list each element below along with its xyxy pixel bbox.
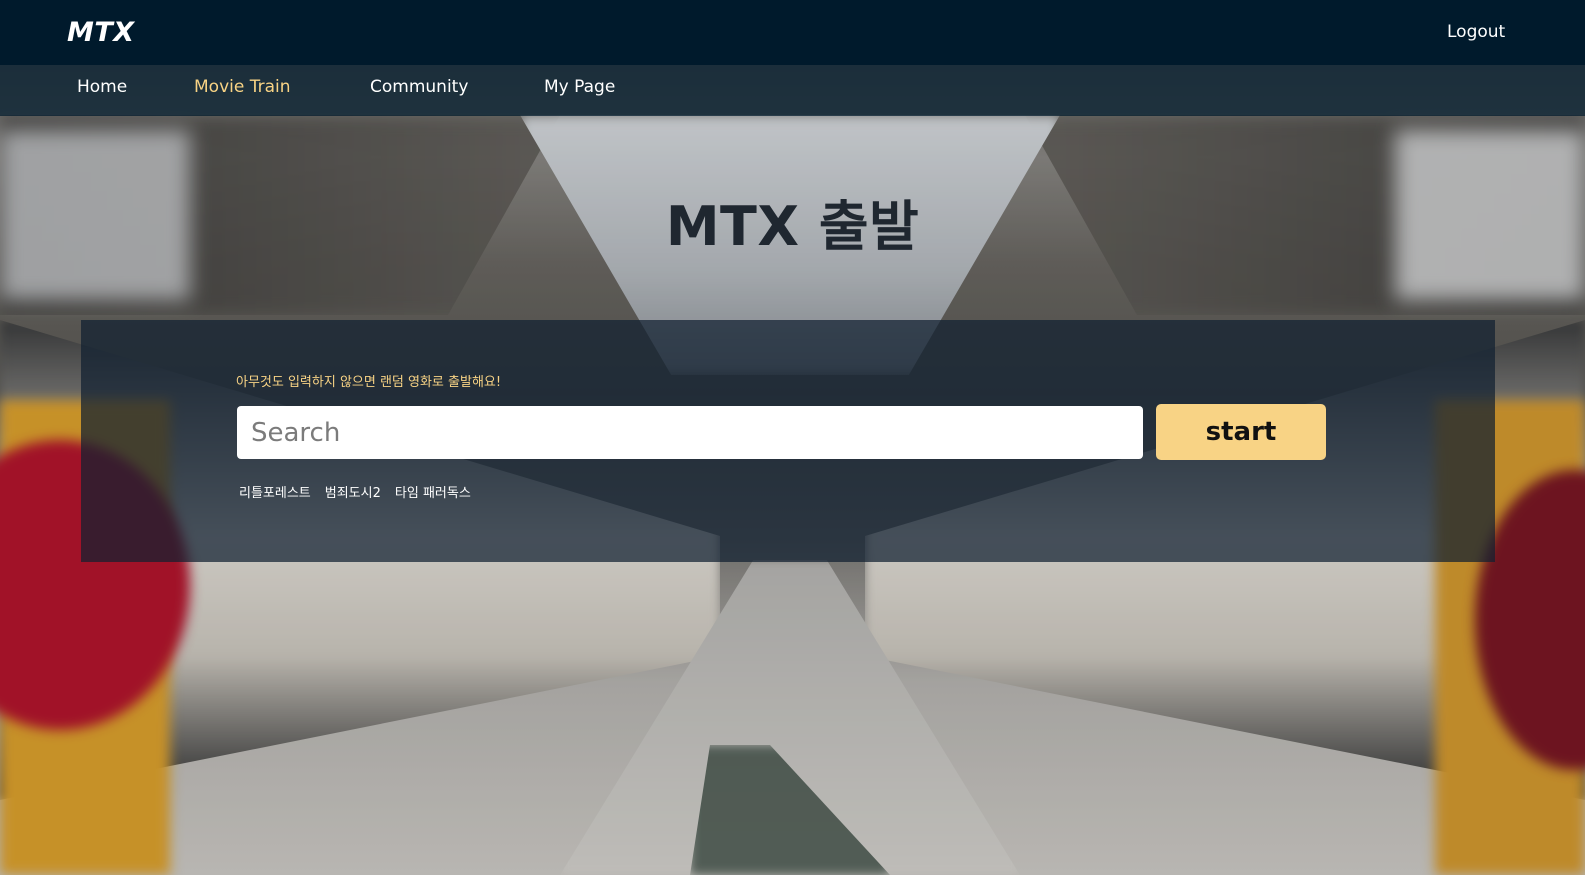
logout-link[interactable]: Logout [1447,22,1505,42]
nav-item-community[interactable]: Community [370,77,468,97]
suggestion-tag[interactable]: 리틀포레스트 [239,482,311,501]
page-title: MTX 출발 [665,195,920,258]
search-input[interactable] [237,406,1143,459]
suggestion-list: 리틀포레스트 범죄도시2 타임 패러독스 [239,482,471,501]
nav-item-home[interactable]: Home [77,77,127,97]
start-button[interactable]: start [1156,404,1326,460]
suggestion-tag[interactable]: 범죄도시2 [325,482,381,501]
search-hint: 아무것도 입력하지 않으면 랜덤 영화로 출발해요! [236,375,502,390]
suggestion-tag[interactable]: 타임 패러독스 [395,482,471,501]
nav-item-my-page[interactable]: My Page [544,77,615,97]
top-header: MTX Logout [0,0,1585,65]
nav-item-movie-train[interactable]: Movie Train [194,77,291,97]
main-nav: Home Movie Train Community My Page [0,65,1585,116]
logo[interactable]: MTX [67,17,135,48]
